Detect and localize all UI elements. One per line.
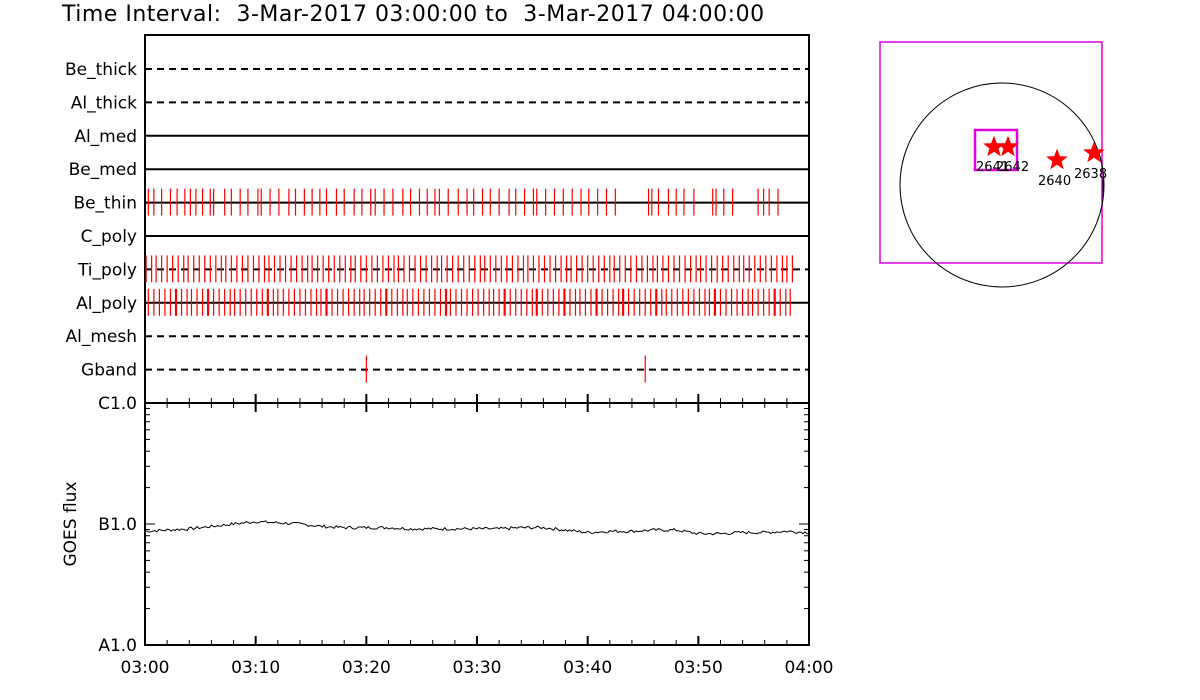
x-tick-label: 04:00 xyxy=(785,658,834,678)
timeline-frame xyxy=(144,34,810,404)
active-region-label: 2642 xyxy=(996,160,1029,175)
channel-be-thick: Be_thick xyxy=(65,60,809,80)
active-region-star xyxy=(997,135,1019,157)
channel-al-mesh: Al_mesh xyxy=(65,327,809,347)
goes-flux-line xyxy=(144,520,810,536)
channel-label: Be_med xyxy=(69,160,137,180)
channel-ti-poly: Ti_poly xyxy=(77,255,809,283)
channel-label: Al_med xyxy=(74,127,137,147)
channel-label: Al_thick xyxy=(71,93,137,113)
y-tick-label: C1.0 xyxy=(98,394,137,414)
channel-label: C_poly xyxy=(81,227,137,247)
channel-label: Al_poly xyxy=(76,294,137,314)
channel-c-poly: C_poly xyxy=(81,227,809,247)
y-axis-label: GOES flux xyxy=(61,481,81,566)
y-tick-label: B1.0 xyxy=(98,515,137,535)
y-tick-label: A1.0 xyxy=(98,636,137,656)
channel-label: Be_thick xyxy=(65,60,137,80)
channel-label: Gband xyxy=(81,361,137,381)
solar-disk xyxy=(899,82,1105,288)
x-tick-label: 03:40 xyxy=(563,658,612,678)
channel-be-med: Be_med xyxy=(69,160,809,180)
x-tick-label: 03:20 xyxy=(342,658,391,678)
goes-frame xyxy=(144,402,810,646)
x-tick-label: 03:30 xyxy=(453,658,502,678)
active-region-star xyxy=(1046,148,1068,170)
channel-label: Be_thin xyxy=(73,194,137,214)
sun-map: 264126422640 2638 xyxy=(879,41,1107,288)
active-region-label: 2638 xyxy=(1074,167,1107,182)
x-tick-label: 03:50 xyxy=(674,658,723,678)
channel-al-thick: Al_thick xyxy=(71,93,809,113)
channel-label: Ti_poly xyxy=(77,260,137,280)
channel-al-med: Al_med xyxy=(74,127,809,147)
channel-label: Al_mesh xyxy=(65,327,137,347)
active-region-label: 2640 xyxy=(1038,174,1071,189)
channel-gband: Gband xyxy=(81,355,809,383)
x-tick-label: 03:10 xyxy=(231,658,280,678)
channel-be-thin: Be_thin xyxy=(73,188,809,216)
figure-canvas: Be_thick Al_thick Al_med Be_med Be_thin C_pol… xyxy=(61,34,1107,678)
channel-al-poly: Al_poly xyxy=(76,288,809,316)
x-tick-label: 03:00 xyxy=(121,658,170,678)
